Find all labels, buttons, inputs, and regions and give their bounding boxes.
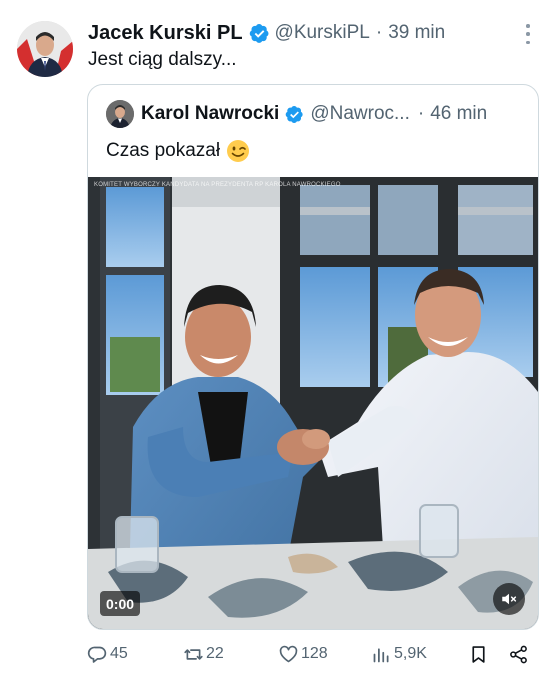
views-button[interactable]: 5,9K [371, 641, 427, 667]
author-handle[interactable]: @KurskiPL [275, 22, 370, 44]
share-icon [510, 645, 527, 663]
quoted-tweet-card[interactable]: Karol Nawrocki @Nawroc... · 46 min Czas … [87, 84, 539, 630]
heart-icon [279, 645, 298, 662]
video-overlay-text: KOMITET WYBORCZY KANDYDATA NA PREZYDENTA… [94, 182, 341, 188]
quoted-tweet-time: 46 min [430, 103, 488, 124]
reply-icon [87, 646, 107, 663]
share-button[interactable] [508, 641, 531, 667]
video-timecode: 0:00 [100, 591, 141, 616]
quoted-author-name: Karol Nawrocki [141, 103, 280, 124]
quoted-tweet-text-content: Czas pokazał [106, 140, 221, 161]
repost-icon [184, 648, 203, 660]
tweet-text: Jest ciąg dalszy... [88, 49, 237, 70]
reply-button[interactable]: 45 [87, 641, 128, 667]
tweet-time[interactable]: 39 min [388, 22, 445, 44]
video-frame [88, 177, 538, 629]
author-name[interactable]: Jacek Kurski PL [88, 22, 243, 45]
tweet-header: Jacek Kurski PL @KurskiPL · 39 min [88, 19, 536, 47]
quoted-tweet-header: Karol Nawrocki @Nawroc... · 46 min [106, 100, 524, 128]
speaker-muted-icon[interactable] [493, 583, 525, 615]
separator-dot: · [375, 22, 383, 43]
quoted-tweet-text: Czas pokazał [106, 139, 250, 163]
video-player[interactable]: KOMITET WYBORCZY KANDYDATA NA PREZYDENTA… [88, 177, 538, 629]
verified-badge-icon[interactable] [249, 23, 270, 44]
separator-dot: · [417, 103, 425, 124]
bookmark-button[interactable] [468, 641, 491, 667]
repost-count: 22 [206, 645, 224, 662]
like-count: 128 [301, 645, 328, 662]
like-button[interactable]: 128 [278, 641, 328, 667]
repost-button[interactable]: 22 [183, 641, 224, 667]
views-count: 5,9K [394, 645, 427, 662]
author-avatar[interactable] [17, 21, 73, 77]
tweet-actions: 45 22 128 5,9K [87, 641, 533, 667]
views-chart-icon [373, 647, 389, 662]
quoted-author-avatar[interactable] [106, 100, 134, 128]
winking-face-emoji [226, 139, 250, 163]
more-dots-icon[interactable] [522, 24, 534, 44]
bookmark-icon [472, 645, 485, 663]
reply-count: 45 [110, 645, 128, 662]
verified-badge-icon [285, 105, 304, 124]
quoted-author-handle: @Nawroc... [310, 103, 410, 124]
